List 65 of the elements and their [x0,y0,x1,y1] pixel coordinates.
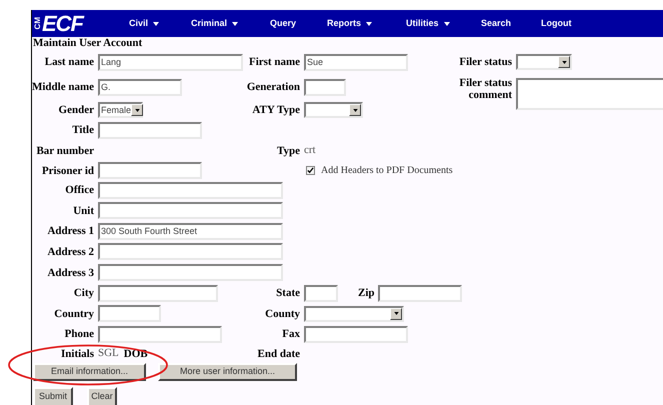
field-label: Type [276,144,300,156]
logo-small-text: CM [34,17,42,30]
field-label: Fax [282,328,300,340]
input-field[interactable] [98,264,283,281]
input-field[interactable]: G. [98,78,182,96]
field-label: City [74,287,94,299]
input-field[interactable] [98,243,283,260]
field-label: Initials [60,348,94,360]
menu-item[interactable]: Query [270,17,296,30]
logo: ECF [42,12,83,34]
checkbox-label: Add Headers to PDF Documents [321,164,453,178]
input-field[interactable] [304,284,338,302]
field-label: Middle name [32,81,94,93]
input-field[interactable] [98,162,202,179]
field-label: Generation [246,81,300,93]
button[interactable]: More user information... [158,363,297,381]
input-field[interactable]: Lang [98,54,243,70]
input-field[interactable]: 300 South Fourth Street [98,222,283,240]
field-label: Unit [73,204,94,216]
button[interactable]: Email information... [33,363,146,381]
button[interactable]: Submit [33,387,73,405]
field-label: County [265,308,300,320]
field-label: Country [54,308,94,320]
menu-item[interactable]: Utilities [406,17,450,30]
input-field[interactable] [304,326,408,342]
input-field[interactable]: Sue [304,54,408,70]
form-title: Maintain User Account [32,37,144,50]
text-area[interactable] [516,78,663,110]
input-field[interactable] [304,78,346,96]
menu-item[interactable]: Civil [129,17,160,30]
input-field[interactable] [98,326,222,342]
menu-item[interactable]: Logout [541,17,572,30]
dropdown[interactable] [516,54,572,70]
field-label: Office [65,184,94,196]
field-value: crt [304,143,316,158]
dropdown[interactable]: Female [98,102,143,118]
field-label: Zip [358,287,375,299]
field-label: First name [248,56,300,68]
field-label: Last name [44,56,94,68]
field-label: Gender [58,104,94,116]
field-label: Bar number [36,144,94,156]
input-field[interactable] [98,122,202,138]
menu-item[interactable]: Reports [327,17,372,30]
field-label: Address 1 [47,225,94,237]
input-field[interactable] [98,202,283,219]
input-field[interactable] [98,182,283,198]
menu-item[interactable]: Search [481,17,512,30]
field-label: Phone [64,328,94,340]
field-label: Prisoner id [42,164,94,176]
input-field[interactable] [378,284,462,302]
menu-item[interactable]: Criminal [191,17,238,30]
field-label: Address 2 [47,246,94,258]
field-value: SGL [98,346,119,362]
field-label: End date [258,348,300,360]
field-label: Title [72,124,94,136]
input-field[interactable] [98,284,218,302]
field-label: Address 3 [47,266,94,278]
field-label: ATY Type [252,104,300,116]
field-label: State [276,287,300,299]
dropdown[interactable] [304,102,363,118]
checkbox[interactable] [306,166,315,175]
input-field[interactable] [98,305,161,322]
button[interactable]: Clear [87,387,117,405]
field-label: Filer status [459,56,512,68]
field-label: Filer status comment [458,77,512,101]
